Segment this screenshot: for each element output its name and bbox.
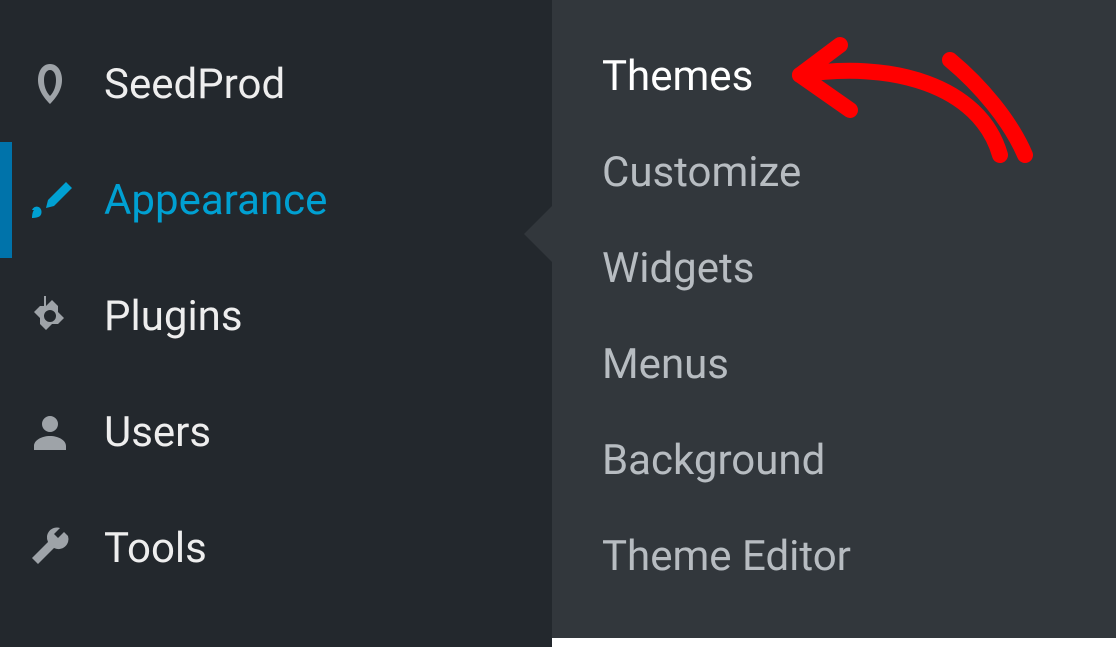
submenu-item-widgets[interactable]: Widgets — [552, 220, 1116, 316]
sidebar-item-label: SeedProd — [104, 60, 552, 109]
user-icon — [26, 408, 104, 456]
submenu-item-label: Theme Editor — [602, 532, 851, 581]
sidebar-item-label: Users — [104, 408, 552, 457]
sidebar-item-label: Plugins — [104, 292, 552, 341]
sidebar-item-tools[interactable]: Tools — [0, 490, 552, 606]
sidebar-item-plugins[interactable]: Plugins — [0, 258, 552, 374]
sidebar-item-label: Appearance — [104, 176, 552, 225]
submenu-item-label: Customize — [602, 148, 801, 197]
wrench-icon — [26, 524, 104, 572]
submenu-item-label: Background — [602, 436, 825, 485]
submenu-item-themes[interactable]: Themes — [552, 28, 1116, 124]
sidebar-item-users[interactable]: Users — [0, 374, 552, 490]
sidebar-item-seedprod[interactable]: SeedProd — [0, 26, 552, 142]
sidebar-item-appearance[interactable]: Appearance — [0, 142, 552, 258]
submenu-pointer — [524, 206, 552, 262]
submenu-item-label: Menus — [602, 340, 729, 389]
submenu-item-label: Themes — [602, 52, 753, 101]
submenu-item-theme-editor[interactable]: Theme Editor — [552, 508, 1116, 604]
submenu-item-background[interactable]: Background — [552, 412, 1116, 508]
seedprod-icon — [26, 60, 104, 108]
plug-icon — [26, 292, 104, 340]
submenu-item-customize[interactable]: Customize — [552, 124, 1116, 220]
sidebar-item-label: Tools — [104, 524, 552, 573]
brush-icon — [26, 176, 104, 224]
submenu-item-menus[interactable]: Menus — [552, 316, 1116, 412]
appearance-submenu: Themes Customize Widgets Menus Backgroun… — [552, 0, 1116, 638]
submenu-item-label: Widgets — [602, 244, 754, 293]
admin-sidebar: SeedProd Appearance Plugins Users Tools — [0, 0, 552, 647]
